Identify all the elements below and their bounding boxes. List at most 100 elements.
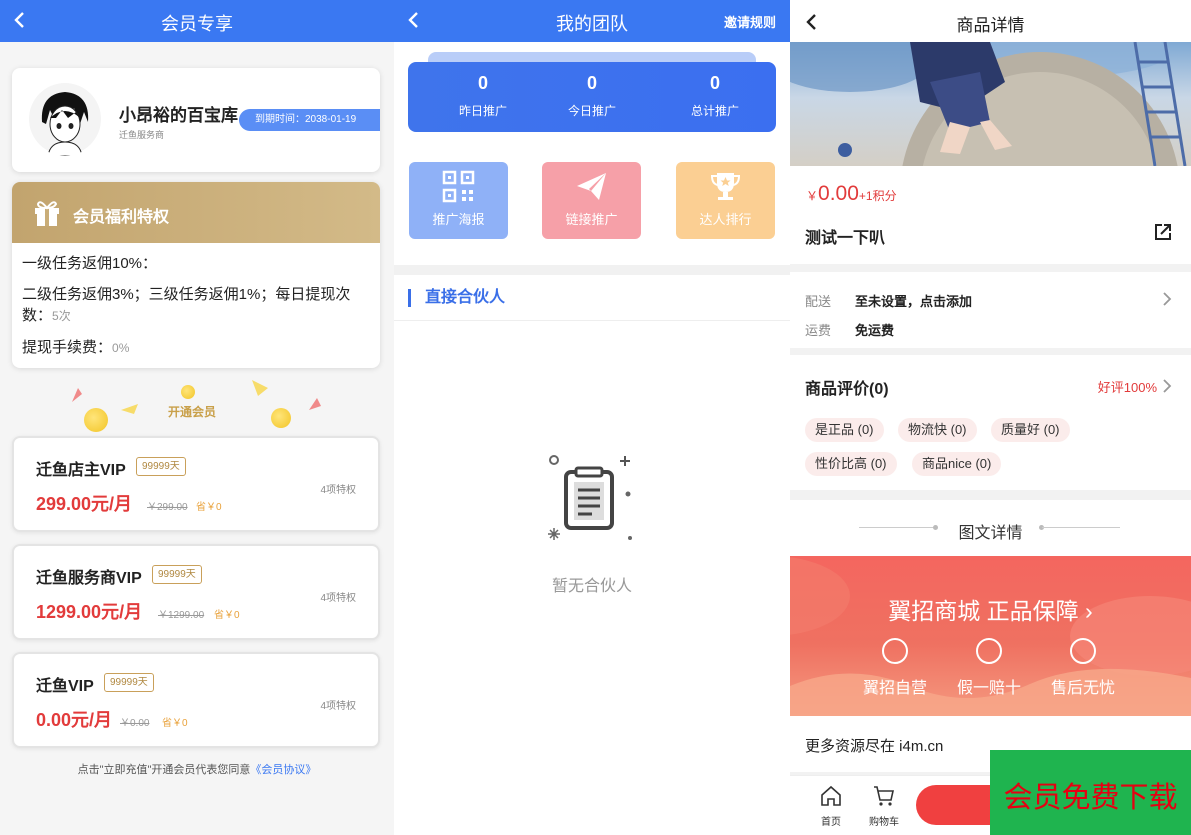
expire-badge: 到期时间：2038-01-19: [239, 109, 380, 131]
trophy-icon: [710, 173, 741, 200]
product-price: ￥0.00+1积分: [806, 182, 897, 205]
detail-title: 图文详情: [958, 525, 1023, 542]
tab-home[interactable]: 首页: [811, 784, 851, 828]
vip-days-badge: 99999天: [104, 673, 154, 692]
benefit-title: 会员福利特权: [73, 209, 170, 226]
section-title: 直接合伙人: [408, 289, 505, 307]
vip-plan-name: 迁鱼店主VIP: [36, 462, 126, 479]
detail-header: 图文详情: [790, 500, 1191, 556]
chevron-right-icon: [1163, 292, 1172, 306]
product-image[interactable]: [790, 42, 1191, 166]
positive-rate[interactable]: 好评100%: [1098, 377, 1157, 396]
vip-original-price: ￥299.00: [147, 502, 188, 513]
coin-decoration: [271, 408, 291, 428]
vip-privileges: 4项特权: [320, 701, 356, 712]
vip-plan-card[interactable]: 迁鱼服务商VIP 99999天 1299.00元/月 ￥1299.00 省￥0 …: [12, 544, 380, 640]
coin-decoration: [84, 408, 108, 432]
tab-cart[interactable]: 购物车: [864, 784, 904, 828]
more-resources-text: 更多资源尽在 i4m.cn: [805, 738, 944, 755]
vip-plan-card[interactable]: 迁鱼店主VIP 99999天 299.00元/月 ￥299.00 省￥0 4项特…: [12, 436, 380, 532]
home-icon: [821, 785, 841, 806]
vip-saving: 省￥0: [162, 718, 188, 729]
guarantee-banner[interactable]: 翼招商城 正品保障 › 翼招自营 假一赔十 售后无忧: [790, 556, 1191, 716]
benefit-line: 一级任务返佣10%：: [22, 255, 158, 272]
vip-original-price: ￥1299.00: [158, 610, 205, 621]
banner-title: 翼招商城 正品保障 ›: [888, 598, 1093, 624]
agreement-note: 点击"立即充值"开通会员代表您同意《会员协议》: [77, 764, 317, 776]
coin-decoration: [181, 385, 195, 399]
divider: [1042, 527, 1120, 528]
confetti-decoration: [252, 380, 268, 396]
headset-icon: [1070, 638, 1096, 664]
stat-today: 0 今日推广: [567, 73, 616, 118]
shipping-section[interactable]: 配送 至未设置，点击添加 运费 免运费: [790, 272, 1191, 348]
top-nav: 商品详情: [790, 0, 1191, 42]
avatar[interactable]: [28, 82, 102, 156]
section-divider: [394, 265, 790, 275]
open-vip-label: 开通会员: [168, 405, 217, 419]
delivery-row[interactable]: 配送 至未设置，点击添加: [805, 291, 972, 310]
promo-overlay[interactable]: 会员免费下载: [990, 750, 1191, 835]
empty-clipboard-icon: [548, 455, 632, 540]
page-title: 会员专享: [161, 14, 233, 34]
vip-privileges: 4项特权: [320, 485, 356, 496]
review-tag[interactable]: 质量好 (0): [991, 418, 1070, 442]
profile-card: 小昂裕的百宝库 迁鱼服务商 到期时间：2038-01-19: [12, 68, 380, 172]
store-icon: [882, 638, 908, 664]
invite-rules-link[interactable]: 邀请规则: [724, 12, 776, 31]
vip-saving: 省￥0: [196, 502, 222, 513]
top-nav: 会员专享: [0, 0, 394, 42]
vip-price: 0.00元/月: [36, 710, 113, 730]
shipping-fee-row: 运费 免运费: [805, 323, 895, 338]
shield-check-icon: [976, 638, 1002, 664]
agreement-link[interactable]: 《会员协议》: [250, 764, 316, 776]
vip-plan-card[interactable]: 迁鱼VIP 99999天 0.00元/月 ￥0.00 省￥0 4项特权: [12, 652, 380, 748]
promotion-stats-card: 0 昨日推广 0 今日推广 0 总计推广: [408, 62, 776, 132]
benefit-header: 会员福利特权: [12, 182, 380, 243]
top-nav: 我的团队 邀请规则: [394, 0, 790, 42]
review-tag[interactable]: 商品nice (0): [912, 452, 1002, 476]
empty-state-text: 暂无合伙人: [551, 578, 632, 595]
share-icon[interactable]: [1153, 222, 1173, 242]
vip-days-badge: 99999天: [136, 457, 186, 476]
vip-days-badge: 99999天: [152, 565, 202, 584]
confetti-decoration: [309, 398, 321, 410]
product-detail-screen: 商品详情 ￥0.00+1积分 测试一下叭 配送 至未设置，点击添加 运费 免运费…: [790, 0, 1191, 835]
product-title: 测试一下叭: [805, 230, 886, 247]
qrcode-icon: [442, 170, 475, 203]
divider: [394, 320, 790, 321]
tile-link-promotion[interactable]: 链接推广: [542, 162, 641, 239]
bottom-action-bar: 首页 购物车 会员免费下载: [790, 750, 1191, 835]
paper-plane-icon: [577, 173, 606, 200]
price-section: ￥0.00+1积分 测试一下叭: [790, 166, 1191, 264]
vip-plan-name: 迁鱼VIP: [36, 678, 94, 695]
benefit-card: 会员福利特权 一级任务返佣10%： 二级任务返佣3%；三级任务返佣1%；每日提现…: [12, 182, 380, 368]
review-tag[interactable]: 性价比高 (0): [805, 452, 897, 476]
vip-privileges: 4项特权: [320, 593, 356, 604]
page-title: 商品详情: [956, 16, 1025, 35]
review-title: 商品评价(0): [805, 381, 889, 398]
banner-guarantee: 假一赔十: [944, 638, 1034, 698]
profile-name: 小昂裕的百宝库: [119, 106, 238, 125]
confetti-decoration: [121, 404, 138, 414]
banner-after-sales: 售后无忧: [1038, 638, 1128, 698]
benefit-list: 一级任务返佣10%： 二级任务返佣3%；三级任务返佣1%；每日提现次数：5次 提…: [12, 243, 380, 359]
review-tag[interactable]: 是正品 (0): [805, 418, 884, 442]
tile-poster[interactable]: 推广海报: [409, 162, 508, 239]
team-screen: 我的团队 邀请规则 0昨日推广 0今日推广 0总计推广 推广海报 链接推广: [394, 0, 790, 835]
chevron-right-icon: [1163, 379, 1172, 393]
vip-price: 299.00元/月: [36, 494, 133, 514]
cart-icon: [874, 786, 894, 806]
review-section: 商品评价(0) 好评100% 是正品 (0) 物流快 (0) 质量好 (0) 性…: [790, 355, 1191, 490]
vip-saving: 省￥0: [214, 610, 240, 621]
stat-total: 0 总计推广: [690, 73, 739, 118]
vip-screen: 会员专享 小昂裕的百宝库 迁鱼服务商 到期时间：2038-01-19 会员福利特…: [0, 0, 394, 835]
banner-self-operated: 翼招自营: [850, 638, 940, 698]
review-tag[interactable]: 物流快 (0): [898, 418, 977, 442]
benefit-line: 二级任务返佣3%；三级任务返佣1%；每日提现次数：5次: [22, 286, 351, 324]
gift-icon: [35, 201, 59, 226]
confetti-decoration: [72, 388, 82, 402]
stat-yesterday: 0 昨日推广: [458, 73, 507, 118]
tile-ranking[interactable]: 达人排行: [676, 162, 775, 239]
benefit-line: 提现手续费：0%: [22, 339, 130, 356]
